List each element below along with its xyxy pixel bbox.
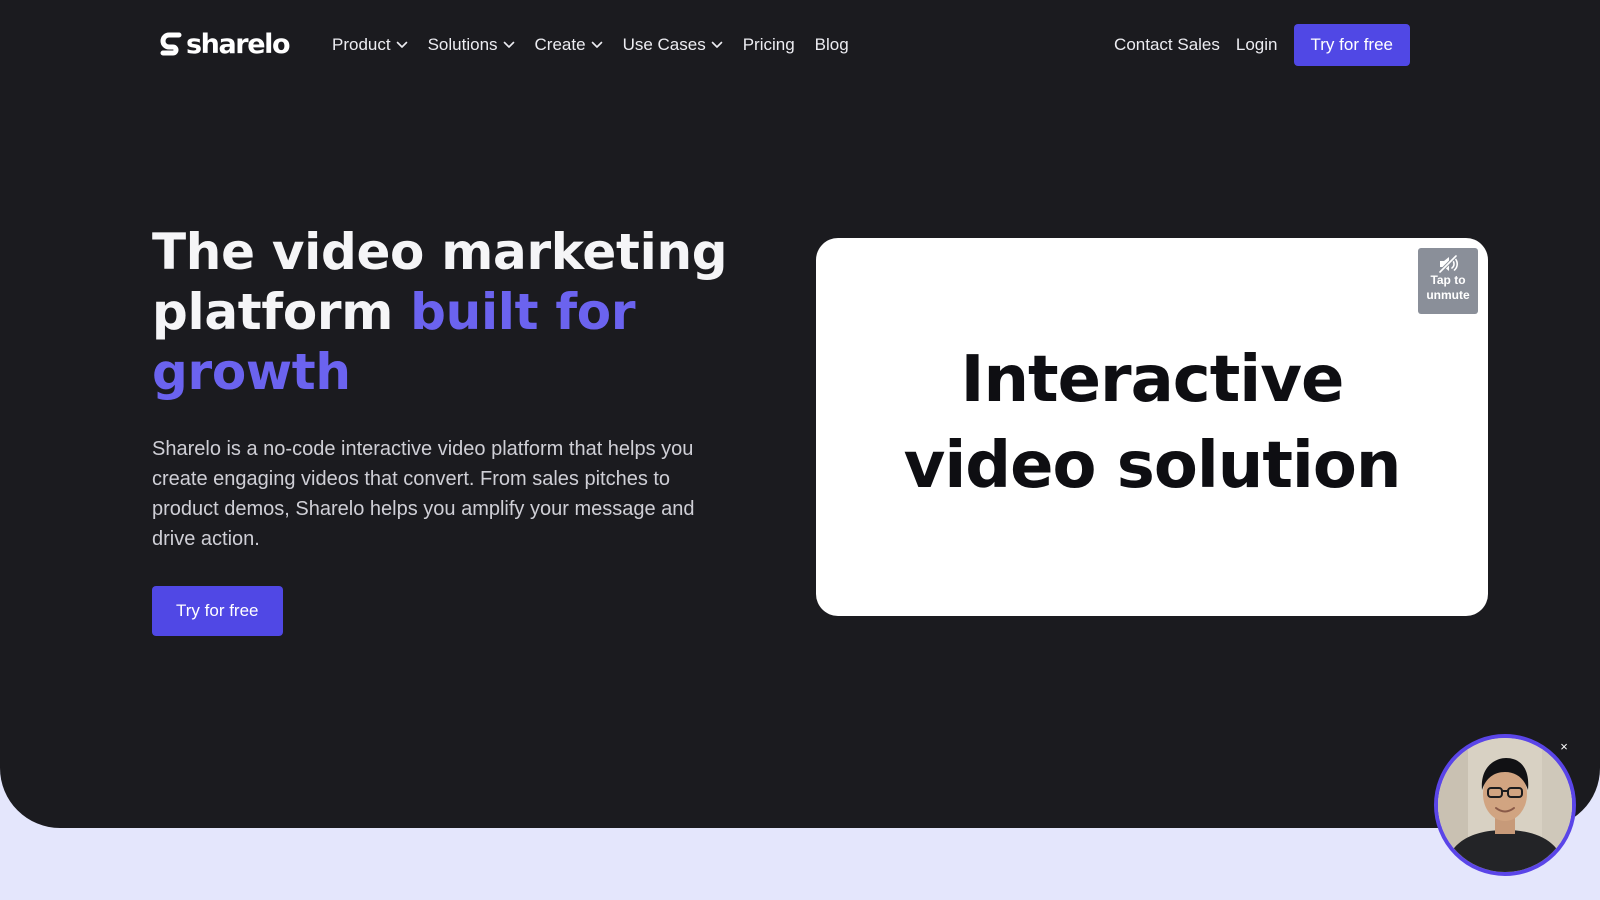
nav-item-blog[interactable]: Blog — [815, 30, 849, 60]
nav-actions: Contact Sales Login Try for free — [1114, 24, 1410, 66]
nav-item-solutions[interactable]: Solutions — [428, 30, 515, 60]
chevron-down-icon — [711, 41, 723, 48]
chevron-down-icon — [503, 41, 514, 48]
video-title: Interactive video solution — [903, 337, 1402, 509]
nav-item-label: Blog — [814, 35, 849, 54]
tap-to-unmute-button[interactable]: Tap to unmute — [1418, 248, 1478, 314]
video-title-line: Interactive — [960, 343, 1345, 417]
hero-headline: The video marketing platform built for g… — [152, 222, 752, 402]
sharelo-logo[interactable]: sharelo — [160, 28, 291, 62]
nav-item-label: Use Cases — [622, 35, 706, 54]
close-icon[interactable]: × — [1556, 739, 1572, 755]
brand-name: sharelo — [186, 29, 291, 60]
nav-item-use-cases[interactable]: Use Cases — [623, 30, 723, 60]
contact-sales-link[interactable]: Contact Sales — [1114, 24, 1220, 66]
unmute-label: Tap to — [1430, 273, 1466, 287]
presenter-avatar — [1438, 738, 1572, 872]
hero-try-free-button[interactable]: Try for free — [152, 586, 283, 636]
nav-item-create[interactable]: Create — [535, 30, 603, 60]
chevron-down-icon — [396, 41, 407, 48]
nav-item-label: Product — [332, 35, 391, 54]
nav-item-product[interactable]: Product — [332, 30, 408, 60]
nav-item-pricing[interactable]: Pricing — [743, 30, 795, 60]
nav-item-label: Pricing — [742, 35, 795, 54]
presenter-video-bubble[interactable] — [1434, 734, 1576, 876]
nav-try-free-button[interactable]: Try for free — [1293, 24, 1410, 66]
nav-item-label: Solutions — [427, 35, 498, 54]
sharelo-logo-mark-icon — [160, 32, 182, 56]
video-title-line: video solution — [903, 429, 1402, 503]
hero-section: sharelo Product Solutions Create Use Cas… — [0, 0, 1600, 828]
top-navigation: sharelo Product Solutions Create Use Cas… — [0, 0, 1600, 90]
page: sharelo Product Solutions Create Use Cas… — [0, 0, 1600, 900]
nav-links: Product Solutions Create Use Cases Prici… — [332, 30, 849, 60]
muted-speaker-icon — [1438, 255, 1458, 273]
nav-item-label: Create — [534, 35, 586, 54]
chevron-down-icon — [591, 41, 602, 48]
login-link[interactable]: Login — [1236, 24, 1278, 66]
hero-description: Sharelo is a no-code interactive video p… — [152, 438, 695, 550]
video-player[interactable]: Interactive video solution Tap to unmute — [816, 238, 1488, 616]
unmute-label: unmute — [1426, 288, 1470, 302]
